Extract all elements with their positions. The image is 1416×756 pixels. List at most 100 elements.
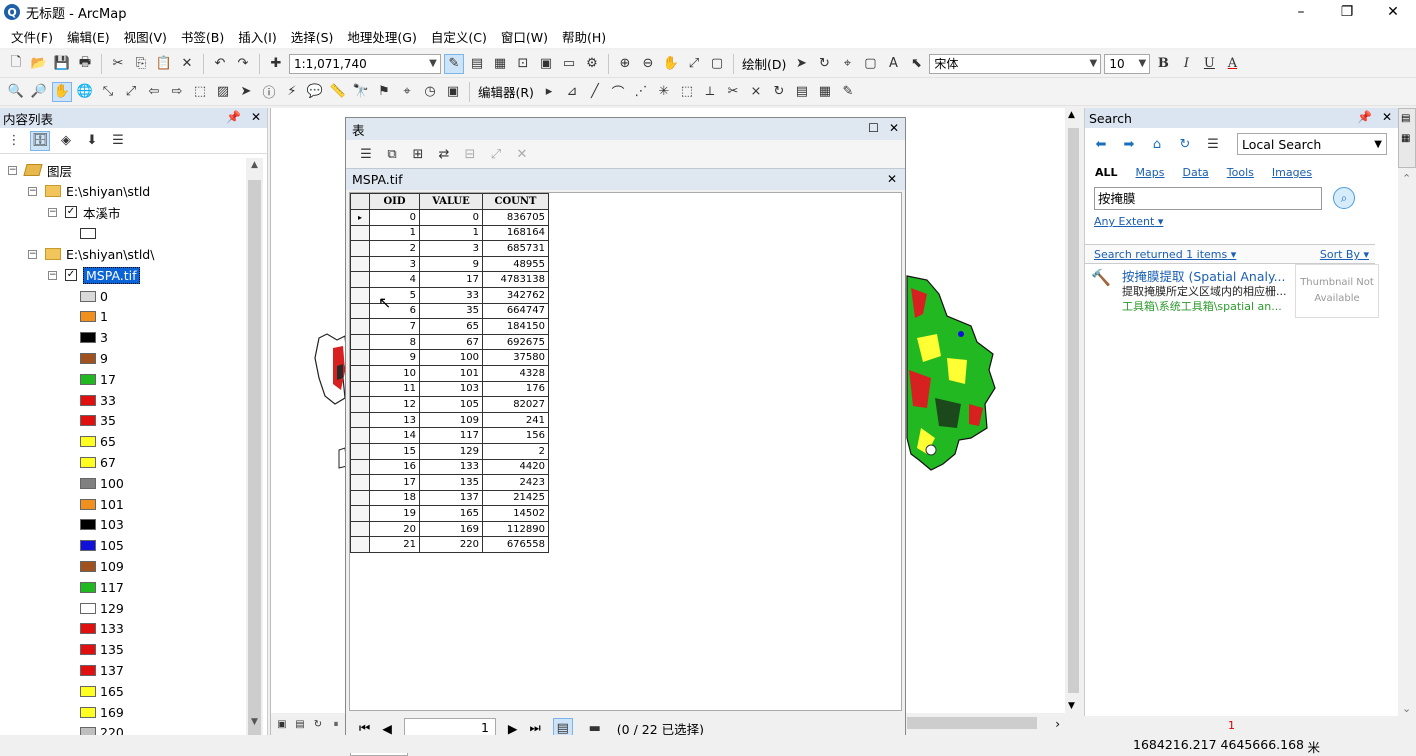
font-color-button[interactable]: A (1222, 54, 1242, 74)
rotate-edit-icon[interactable]: ↻ (769, 82, 789, 102)
add-data-icon[interactable]: ✚ (266, 54, 286, 74)
new-document-icon[interactable]: 🗋 (6, 54, 26, 74)
pin-icon[interactable]: 📌 (226, 110, 241, 124)
minimize-button[interactable]: – (1278, 0, 1324, 24)
toc-layer-mspa[interactable]: − ✓ MSPA.tif (48, 265, 140, 285)
data-view-icon[interactable]: ▣ (275, 717, 289, 731)
search-window-icon[interactable]: ⊡ (513, 54, 533, 74)
paste-icon[interactable]: 📋 (154, 54, 174, 74)
italic-button[interactable]: I (1176, 54, 1196, 74)
time-slider-icon[interactable]: ◷ (420, 82, 440, 102)
layout-zoom-whole-icon[interactable]: ▢ (707, 54, 727, 74)
menu-windows[interactable]: 窗口(W) (494, 27, 555, 46)
legend-item[interactable]: 0 (80, 286, 108, 306)
delete-selected-icon[interactable]: ✕ (512, 144, 532, 164)
legend-item[interactable]: 35 (80, 411, 116, 431)
attribute-table-window[interactable]: 表 ☐ ✕ ☰ ⧉ ⊞ ⇄ ⊟ ⤢ ✕ MSPA.tif ✕ OID VALUE… (345, 117, 906, 756)
font-name-combo[interactable]: 宋体 ▼ (929, 53, 1102, 74)
cell-value[interactable]: 101 (419, 364, 483, 382)
text-icon[interactable]: A (883, 54, 903, 74)
results-count-link[interactable]: Search returned 1 items ▾ (1094, 248, 1236, 261)
cell-value[interactable]: 129 (419, 442, 483, 460)
menu-bookmarks[interactable]: 书签(B) (174, 27, 231, 46)
table-row[interactable]: 4 17 4783138 (350, 271, 549, 288)
row-selector[interactable] (350, 224, 370, 242)
identify-icon[interactable]: ⓘ (259, 82, 279, 102)
layout-zoom-in-icon[interactable]: ⊕ (615, 54, 635, 74)
row-selector[interactable] (350, 364, 370, 382)
sketch-properties-icon[interactable]: ▦ (815, 82, 835, 102)
table-window-titlebar[interactable]: 表 ☐ ✕ (346, 118, 905, 140)
select-by-attributes-icon[interactable]: ⊞ (408, 144, 428, 164)
pause-drawing-icon[interactable]: ⏸ (329, 717, 343, 731)
search-input[interactable]: 按掩膜 (1094, 187, 1322, 210)
cell-oid[interactable]: 14 (369, 427, 420, 444)
cell-value[interactable]: 137 (419, 489, 483, 507)
legend-item[interactable]: 169 (80, 702, 124, 722)
tab-data[interactable]: Data (1183, 166, 1209, 179)
cell-count[interactable]: 342762 (482, 286, 549, 304)
python-window-icon[interactable]: ▭ (559, 54, 579, 74)
column-header-value[interactable]: VALUE (419, 193, 483, 210)
search-options-icon[interactable]: ☰ (1203, 134, 1223, 154)
find-icon[interactable]: 🔭 (351, 82, 371, 102)
legend-item[interactable]: 137 (80, 660, 124, 680)
first-record-icon[interactable]: ⏮ (359, 720, 370, 736)
zoom-to-selected-icon[interactable]: ⤢ (486, 144, 506, 164)
scroll-down-icon[interactable]: ⌄ (1402, 702, 1411, 715)
table-row[interactable]: 20 169 112890 (350, 520, 549, 538)
cell-value[interactable]: 135 (419, 474, 483, 491)
cell-oid[interactable]: 15 (369, 442, 420, 460)
editor-menu-button[interactable]: 编辑器(R) (476, 82, 536, 101)
close-button[interactable]: ✕ (1370, 0, 1416, 24)
toc-window-icon[interactable]: ▤ (467, 54, 487, 74)
legend-item[interactable]: 109 (80, 556, 124, 576)
row-selector[interactable] (350, 489, 370, 507)
row-selector[interactable] (350, 271, 370, 288)
collapse-icon[interactable]: − (28, 249, 37, 259)
row-selector[interactable] (350, 380, 370, 398)
list-by-source-icon[interactable]: 🗄 (30, 130, 50, 151)
legend-item[interactable]: 101 (80, 494, 124, 514)
menu-customize[interactable]: 自定义(C) (424, 27, 494, 46)
tab-images[interactable]: Images (1272, 166, 1312, 179)
previous-record-icon[interactable]: ◀ (382, 721, 392, 736)
toc-folder-1[interactable]: − E:\shiyan\stld (28, 181, 150, 201)
split-icon[interactable]: ⨯ (746, 82, 766, 102)
menu-selection[interactable]: 选择(S) (284, 27, 341, 46)
close-icon[interactable]: ✕ (251, 110, 261, 124)
cell-value[interactable]: 33 (419, 286, 483, 304)
cell-oid[interactable]: 12 (369, 396, 420, 413)
list-by-visibility-icon[interactable]: ◈ (56, 131, 76, 151)
clear-selection-icon[interactable]: ▨ (213, 82, 233, 102)
table-row[interactable]: 19 165 14502 (350, 505, 549, 522)
list-by-selection-icon[interactable]: ⬇ (82, 131, 102, 151)
cell-value[interactable]: 133 (419, 458, 483, 476)
select-features-icon[interactable]: ⬚ (190, 82, 210, 102)
create-viewer-icon[interactable]: ▣ (443, 82, 463, 102)
bold-button[interactable]: B (1153, 54, 1173, 74)
tab-tools[interactable]: Tools (1227, 166, 1254, 179)
table-row[interactable]: 16 133 4420 (350, 458, 549, 476)
delete-icon[interactable]: ✕ (177, 54, 197, 74)
legend-item[interactable]: 9 (80, 348, 108, 368)
search-go-icon[interactable]: ⌕ (1333, 187, 1355, 209)
fixed-zoom-in-icon[interactable]: ⤡ (98, 82, 118, 102)
cell-oid[interactable]: 21 (369, 536, 420, 554)
table-row[interactable]: 1 1 168164 (350, 224, 549, 242)
search-result-item[interactable]: 🔨 按掩膜提取 (Spatial Analy... 提取掩膜所定义区域内的相应栅… (1085, 264, 1379, 322)
cell-value[interactable]: 109 (419, 411, 483, 429)
cell-oid[interactable]: 19 (369, 505, 420, 522)
pin-icon[interactable]: 📌 (1357, 110, 1372, 124)
legend-item[interactable]: 103 (80, 515, 124, 535)
rectangle-icon[interactable]: ▢ (860, 54, 880, 74)
menu-geoprocessing[interactable]: 地理处理(G) (340, 27, 423, 46)
print-icon[interactable]: 🖶 (75, 54, 95, 74)
refresh-icon[interactable]: ↻ (1175, 134, 1195, 154)
cell-value[interactable]: 117 (419, 427, 483, 444)
cell-count[interactable]: 2423 (482, 474, 549, 491)
cell-value[interactable]: 220 (419, 536, 483, 554)
back-arrow-icon[interactable]: ⬅ (1091, 134, 1111, 154)
save-icon[interactable]: 💾 (52, 54, 72, 74)
cell-count[interactable]: 692675 (482, 333, 549, 351)
